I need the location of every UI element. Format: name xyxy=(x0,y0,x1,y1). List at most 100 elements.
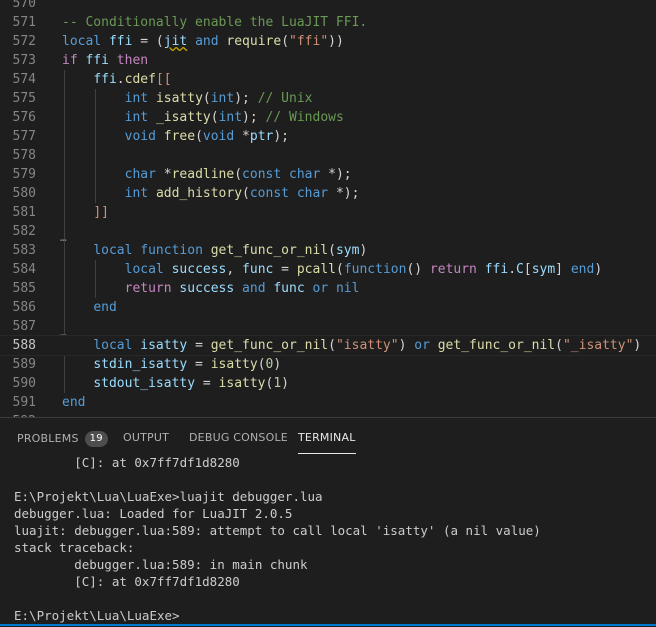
code-token: sym xyxy=(335,243,360,258)
code-token: ] xyxy=(555,262,571,277)
code-token: ) xyxy=(281,376,289,391)
code-line[interactable]: 584 local success, func = pcall(function… xyxy=(0,260,656,279)
terminal-output[interactable]: [C]: at 0x7ff7df1d8280 E:\Projekt\Lua\Lua… xyxy=(14,454,541,624)
line-code: stdout_isatty = isatty(1) xyxy=(62,374,289,393)
line-code: -- Conditionally enable the LuaJIT FFI. xyxy=(62,13,367,32)
line-number: 581 xyxy=(12,205,36,220)
line-number: 588 xyxy=(12,338,36,353)
code-line[interactable]: 582… xyxy=(0,222,656,244)
code-line[interactable]: 588 local isatty = get_func_or_nil("isat… xyxy=(0,335,656,356)
code-token: = xyxy=(195,376,219,391)
code-token: void xyxy=(202,129,243,144)
line-code: char *readline(const char *); xyxy=(62,165,352,184)
code-line[interactable]: 572 local ffi = (jit and require("ffi")) xyxy=(0,32,656,51)
terminal-line: debugger.lua: Loaded for LuaJIT 2.0.5 xyxy=(14,506,293,521)
code-token: add_history xyxy=(155,186,243,201)
line-number: 590 xyxy=(12,376,36,391)
code-token: )) xyxy=(328,34,344,49)
line-code: end xyxy=(62,298,116,317)
code-token: function xyxy=(343,262,407,277)
code-line[interactable]: 589 stdin_isatty = isatty(0) xyxy=(0,355,656,374)
tab-output[interactable]: OUTPUT xyxy=(123,431,169,444)
line-code: end xyxy=(62,393,85,412)
code-token: and xyxy=(195,34,219,49)
code-token: end xyxy=(62,395,86,410)
code-token: ffi xyxy=(93,72,117,87)
tab-terminal[interactable]: TERMINAL xyxy=(298,431,356,454)
code-token: or xyxy=(312,281,329,296)
code-token: local xyxy=(93,338,141,353)
line-number: 572 xyxy=(12,34,36,49)
code-token: pcall xyxy=(296,262,336,277)
code-line[interactable]: 570 xyxy=(0,0,656,13)
code-token: success xyxy=(171,262,227,277)
terminal-line: E:\Projekt\Lua\LuaExe>luajit debugger.lu… xyxy=(14,489,323,504)
code-editor[interactable]: 570 571 -- Conditionally enable the LuaJIT… xyxy=(0,0,656,417)
code-token: then xyxy=(108,53,149,68)
code-token: int xyxy=(218,110,243,125)
code-line[interactable]: 585 return success and func or nil xyxy=(0,279,656,298)
code-token: ( xyxy=(328,338,336,353)
code-token: ]] xyxy=(93,205,109,220)
code-line[interactable]: 586 end xyxy=(0,298,656,317)
code-token: cdef xyxy=(124,72,156,87)
code-token: ); xyxy=(234,91,258,106)
tab-problems[interactable]: PROBLEMS 19 xyxy=(17,431,108,447)
line-code: return success and func or nil xyxy=(62,279,360,298)
code-token: get_func_or_nil xyxy=(210,243,329,258)
code-token: "ffi" xyxy=(289,34,329,49)
code-token: ) xyxy=(594,262,603,277)
code-line[interactable]: 578 xyxy=(0,146,656,165)
code-token: // Unix xyxy=(257,91,313,106)
code-token: success xyxy=(179,281,235,296)
problems-count-badge: 19 xyxy=(84,431,108,447)
tab-debug-console[interactable]: DEBUG CONSOLE xyxy=(189,431,288,444)
code-line[interactable]: 587… xyxy=(0,317,656,339)
code-line[interactable]: 591 end xyxy=(0,393,656,412)
line-code: int _isatty(int); // Windows xyxy=(62,108,344,127)
code-token: const xyxy=(242,167,290,182)
code-line[interactable]: 576 int _isatty(int); // Windows xyxy=(0,108,656,127)
code-line[interactable]: 583 local function get_func_or_nil(sym) xyxy=(0,241,656,260)
code-token: char xyxy=(289,167,321,182)
code-token: ( xyxy=(555,338,563,353)
line-number: 591 xyxy=(12,395,36,410)
code-token: *); xyxy=(328,186,360,201)
line-code: ffi.cdef[[ xyxy=(62,70,171,89)
line-number: 582 xyxy=(12,224,36,239)
line-code: local isatty = get_func_or_nil("isatty")… xyxy=(62,336,641,355)
code-line[interactable]: 590 stdout_isatty = isatty(1) xyxy=(0,374,656,393)
code-token: sym xyxy=(531,262,556,277)
line-code: ]] xyxy=(62,203,109,222)
code-line[interactable]: 571 -- Conditionally enable the LuaJIT FF… xyxy=(0,13,656,32)
code-line[interactable]: 581 ]] xyxy=(0,203,656,222)
code-token: local xyxy=(93,243,141,258)
code-token: stdin_isatty xyxy=(93,357,188,372)
line-number: 579 xyxy=(12,167,36,182)
code-line[interactable]: 579 char *readline(const char *); xyxy=(0,165,656,184)
code-token: ( xyxy=(257,357,266,372)
code-line[interactable]: 573 if ffi then xyxy=(0,51,656,70)
line-code: local function get_func_or_nil(sym) xyxy=(62,241,367,260)
code-line[interactable]: 574 ffi.cdef[[ xyxy=(0,70,656,89)
code-line[interactable]: 580 int add_history(const char *); xyxy=(0,184,656,203)
code-line[interactable]: 577 void free(void *ptr); xyxy=(0,127,656,146)
code-token: isatty xyxy=(218,376,266,391)
terminal-line: luajit: debugger.lua:589: attempt to cal… xyxy=(14,523,541,538)
code-line[interactable]: 575 int isatty(int); // Unix xyxy=(0,89,656,108)
tab-debug-console-label: DEBUG CONSOLE xyxy=(189,431,288,444)
line-number: 573 xyxy=(12,53,36,68)
line-number: 585 xyxy=(12,281,36,296)
code-token: ) xyxy=(273,357,282,372)
code-token: return xyxy=(124,281,180,296)
line-number: 570 xyxy=(12,0,36,11)
